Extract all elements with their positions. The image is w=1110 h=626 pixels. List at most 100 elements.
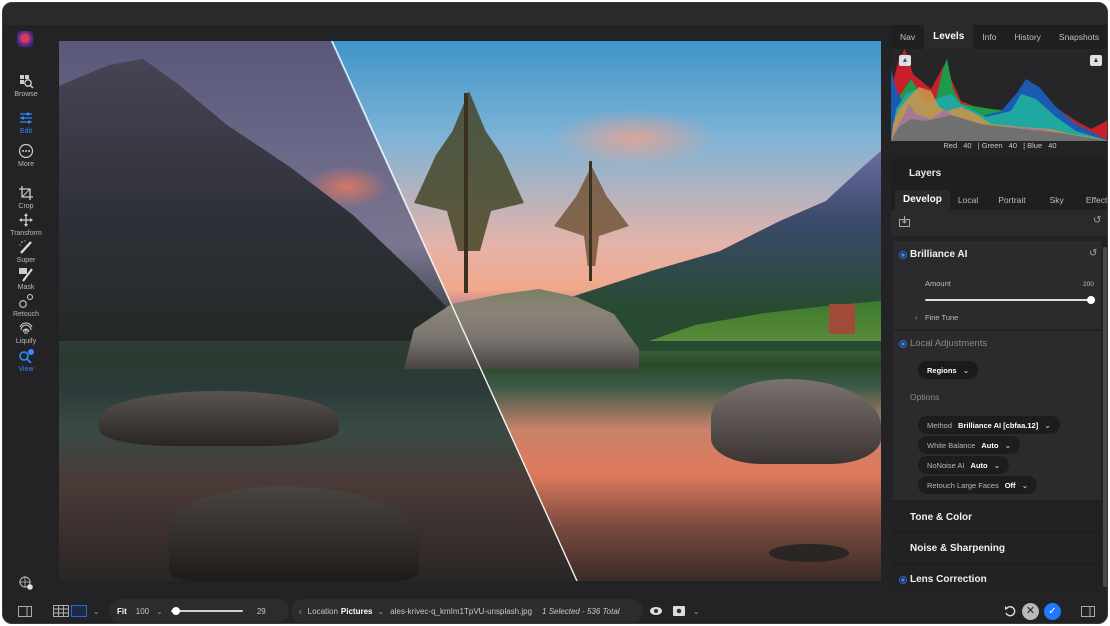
back-chevron-icon[interactable]: ‹: [299, 607, 302, 616]
develop-tabs: Develop Local Portrait Sky Effects: [891, 190, 1107, 210]
preview-toggle-button[interactable]: [649, 597, 663, 623]
local-adjustments-title[interactable]: Local Adjustments: [910, 338, 987, 349]
fit-button[interactable]: Fit: [117, 607, 127, 616]
section-active-indicator[interactable]: [899, 340, 907, 348]
toggle-right-panel-button[interactable]: [1081, 597, 1095, 623]
chevron-down-icon: ⌄: [993, 460, 1001, 470]
app-logo: [17, 31, 33, 47]
tab-develop[interactable]: Develop: [895, 190, 950, 210]
panel-scrollbar[interactable]: [1103, 247, 1107, 587]
save-preset-icon[interactable]: [899, 216, 910, 230]
thumbnail-size-slider[interactable]: [170, 606, 243, 616]
tool-liquify[interactable]: Liquify: [3, 320, 49, 345]
tool-transform[interactable]: Transform: [3, 212, 49, 237]
preview-dropdown[interactable]: ⌄: [693, 597, 700, 623]
histogram: ▲ ▲: [891, 49, 1107, 141]
fine-tune-toggle[interactable]: Fine Tune: [925, 313, 958, 322]
tool-crop[interactable]: Crop: [3, 185, 49, 210]
chevron-down-icon: ⌄: [693, 606, 700, 616]
thumbnail-size-knob[interactable]: [172, 607, 181, 615]
nonoise-dropdown[interactable]: NoNoise AI Auto ⌄: [918, 456, 1010, 474]
section-active-indicator[interactable]: [899, 576, 907, 584]
lens-correction-section[interactable]: Lens Correction: [893, 563, 1101, 593]
tab-effects[interactable]: Effects: [1078, 190, 1107, 210]
tab-info[interactable]: Info: [973, 25, 1005, 49]
tab-snapshots[interactable]: Snapshots: [1050, 25, 1107, 49]
more-icon: [18, 143, 34, 159]
fine-tune-chevron-icon[interactable]: ›: [915, 313, 918, 322]
location-bar: ‹ Location Pictures ⌄ ales-krivec-q_kmIm…: [291, 599, 643, 623]
toggle-left-panel-button[interactable]: [18, 597, 32, 623]
layers-header[interactable]: Layers: [891, 158, 1107, 190]
tone-color-section[interactable]: Tone & Color: [893, 501, 1101, 531]
tab-portrait[interactable]: Portrait: [990, 190, 1033, 210]
cancel-button[interactable]: ✕: [1022, 597, 1039, 623]
tool-browse[interactable]: Browse: [3, 73, 49, 98]
tab-levels[interactable]: Levels: [924, 25, 974, 49]
section-active-indicator[interactable]: [899, 251, 907, 259]
chevron-down-icon: ⌄: [1004, 440, 1012, 450]
crop-icon: [18, 185, 34, 201]
close-icon: ✕: [1022, 602, 1039, 620]
zoom-value[interactable]: 100: [136, 607, 149, 616]
tool-view[interactable]: View: [3, 348, 49, 373]
mask-brush-icon: [18, 266, 34, 282]
eye-icon: [650, 607, 662, 615]
zoom-controls: Fit 100 ⌄ 29: [109, 599, 289, 623]
app-window: Browse Edit More Crop Transform Super Ma…: [2, 2, 1108, 624]
histogram-readout: Red 40 | Green 40 | Blue 40: [943, 141, 1057, 150]
magic-wand-icon: [18, 239, 34, 255]
amount-label: Amount: [925, 279, 951, 288]
title-bar: [3, 3, 1107, 25]
amount-slider-knob[interactable]: [1087, 296, 1095, 304]
view-zoom-icon: [18, 348, 34, 364]
amount-value: 200: [1083, 281, 1094, 288]
tab-local[interactable]: Local: [950, 190, 986, 210]
tool-super[interactable]: Super: [3, 239, 49, 264]
apply-button[interactable]: ✓: [1044, 597, 1061, 623]
location-chevron-icon[interactable]: ⌄: [378, 607, 385, 616]
histogram-graph: [891, 49, 1107, 141]
grid-icon: [53, 605, 69, 617]
tool-edit[interactable]: Edit: [3, 110, 49, 135]
amount-slider[interactable]: [925, 295, 1095, 305]
panel-right-icon: [1081, 605, 1095, 617]
tab-sky[interactable]: Sky: [1042, 190, 1072, 210]
regions-dropdown[interactable]: Regions ⌄: [918, 361, 979, 379]
reset-all-icon[interactable]: ↺: [1093, 215, 1101, 226]
method-dropdown[interactable]: Method Brilliance AI [cbfaa.12] ⌄: [918, 416, 1060, 434]
noise-sharpening-section[interactable]: Noise & Sharpening: [893, 532, 1101, 562]
photo-canvas[interactable]: [59, 41, 881, 581]
reset-button[interactable]: [1003, 597, 1017, 623]
options-label: Options: [910, 392, 940, 402]
chevron-down-icon: ⌄: [1021, 480, 1029, 490]
tab-nav[interactable]: Nav: [891, 25, 924, 49]
panel-left-icon: [18, 605, 32, 617]
view-mode-dropdown[interactable]: ⌄: [93, 597, 100, 623]
retouch-large-faces-dropdown[interactable]: Retouch Large Faces Off ⌄: [918, 476, 1038, 494]
white-balance-dropdown[interactable]: White Balance Auto ⌄: [918, 436, 1021, 454]
tool-retouch[interactable]: Retouch: [3, 293, 49, 318]
reset-brilliance-icon[interactable]: ↺: [1089, 248, 1097, 259]
tool-mask[interactable]: Mask: [3, 266, 49, 291]
single-view-button[interactable]: [71, 597, 87, 623]
tool-more[interactable]: More: [3, 143, 49, 168]
brilliance-title[interactable]: Brilliance AI: [910, 249, 967, 260]
workspace-button[interactable]: [3, 575, 49, 591]
tree-trunk-1: [464, 93, 468, 293]
local-adjustments-section: Local Adjustments Regions ⌄ Options Meth…: [893, 330, 1101, 500]
move-icon: [18, 212, 34, 228]
grid-view-button[interactable]: [53, 597, 69, 623]
shadow-clipping-toggle[interactable]: ▲: [899, 55, 911, 66]
tab-history[interactable]: History: [1005, 25, 1049, 49]
location-dropdown[interactable]: Pictures: [341, 607, 373, 616]
zoom-dropdown-chevron-icon[interactable]: ⌄: [156, 607, 163, 616]
selection-status: 1 Selected - 536 Total: [542, 606, 620, 616]
compare-button[interactable]: [673, 597, 685, 623]
house: [829, 304, 855, 334]
highlight-clipping-toggle[interactable]: ▲: [1090, 55, 1102, 66]
chevron-down-icon: ⌄: [1044, 420, 1051, 430]
compare-icon: [673, 606, 685, 616]
fingerprint-icon: [18, 320, 34, 336]
check-icon: ✓: [1044, 602, 1061, 620]
